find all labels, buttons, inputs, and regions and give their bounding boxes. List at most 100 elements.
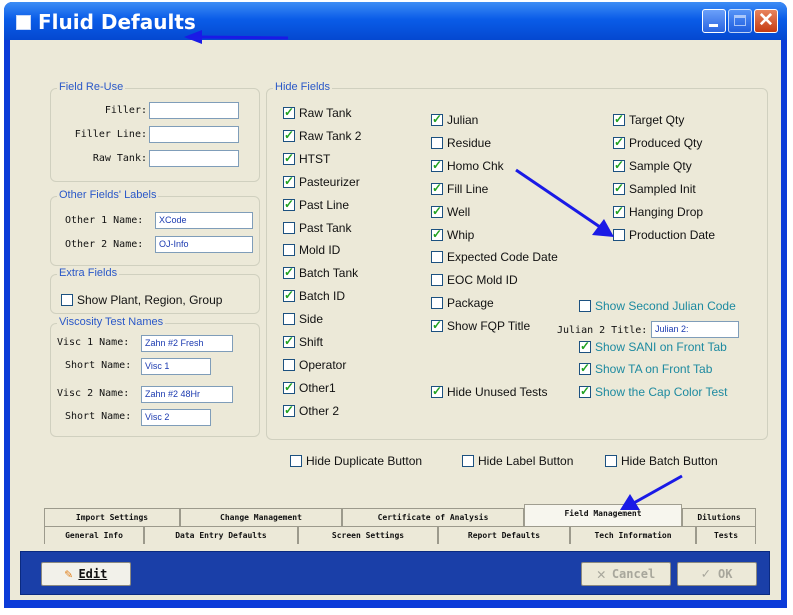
tab-tech-information[interactable]: Tech Information: [570, 526, 696, 544]
title-bar[interactable]: Fluid Defaults ✕: [4, 2, 787, 40]
hide-batch-id-box[interactable]: [283, 288, 295, 303]
hide-past-tank-box[interactable]: [283, 221, 295, 234]
hide-raw-tank-box[interactable]: [283, 105, 295, 119]
edit-button[interactable]: ✎ Edit: [41, 562, 131, 586]
hide-duplicate-box[interactable]: [290, 455, 302, 467]
julian2-title-input[interactable]: Julian 2:: [651, 321, 739, 338]
short1-input[interactable]: Visc 1: [141, 358, 211, 375]
hide-homo-chk-checkbox[interactable]: Homo Chk: [431, 158, 504, 173]
hide-batch-tank-checkbox[interactable]: Batch Tank: [283, 265, 358, 280]
tab-general-info[interactable]: General Info: [44, 526, 144, 544]
hide-other1-checkbox[interactable]: Other1: [283, 380, 336, 395]
other1-input[interactable]: XCode: [155, 212, 253, 229]
show-plant-checkbox[interactable]: Show Plant, Region, Group: [61, 293, 222, 307]
hide-label-button-checkbox[interactable]: Hide Label Button: [462, 454, 573, 468]
hide-batch-tank-box[interactable]: [283, 265, 295, 280]
tab-change-management[interactable]: Change Management: [180, 508, 342, 526]
hide-mold-id-box[interactable]: [283, 244, 295, 257]
hide-past-line-checkbox[interactable]: Past Line: [283, 197, 349, 212]
hide-shift-box[interactable]: [283, 334, 295, 348]
tab-report-defaults[interactable]: Report Defaults: [438, 526, 570, 544]
filler-input[interactable]: [149, 102, 239, 119]
tab-dilutions[interactable]: Dilutions: [682, 508, 756, 526]
tab-data-entry-defaults[interactable]: Data Entry Defaults: [144, 526, 298, 544]
hide-side-checkbox[interactable]: Side: [283, 312, 323, 326]
hide-hanging-drop-checkbox[interactable]: Hanging Drop: [613, 204, 703, 219]
hide-batch-button-checkbox[interactable]: Hide Batch Button: [605, 454, 718, 468]
hide-target-qty-box[interactable]: [613, 112, 625, 126]
hide-unused-tests-box[interactable]: [431, 384, 443, 398]
hide-batch-box[interactable]: [605, 455, 617, 467]
show-cap-color-checkbox[interactable]: Show the Cap Color Test: [579, 384, 728, 399]
short2-input[interactable]: Visc 2: [141, 409, 211, 426]
hide-show-fqp-title-box[interactable]: [431, 318, 443, 333]
hide-raw-tank-2-box[interactable]: [283, 128, 295, 142]
hide-homo-chk-box[interactable]: [431, 158, 443, 172]
ok-button[interactable]: ✓ OK: [677, 562, 757, 586]
close-button[interactable]: ✕: [754, 9, 778, 33]
hide-well-box[interactable]: [431, 204, 443, 218]
cancel-button[interactable]: ✕ Cancel: [581, 562, 671, 586]
hide-julian-checkbox[interactable]: Julian: [431, 112, 478, 127]
hide-package-box[interactable]: [431, 297, 443, 310]
hide-mold-id-checkbox[interactable]: Mold ID: [283, 243, 340, 257]
hide-fill-line-checkbox[interactable]: Fill Line: [431, 181, 488, 196]
tab-screen-settings[interactable]: Screen Settings: [298, 526, 438, 544]
hide-eoc-mold-id-box[interactable]: [431, 274, 443, 287]
other2-input[interactable]: OJ-Info: [155, 236, 253, 253]
hide-whip-checkbox[interactable]: Whip: [431, 227, 474, 242]
hide-whip-box[interactable]: [431, 227, 443, 241]
hide-raw-tank-2-checkbox[interactable]: Raw Tank 2: [283, 128, 361, 143]
maximize-button[interactable]: [728, 9, 752, 33]
show-ta-box[interactable]: [579, 361, 591, 375]
hide-operator-checkbox[interactable]: Operator: [283, 358, 346, 372]
hide-pasteurizer-box[interactable]: [283, 174, 295, 188]
hide-residue-checkbox[interactable]: Residue: [431, 136, 491, 150]
hide-target-qty-checkbox[interactable]: Target Qty: [613, 112, 684, 127]
hide-htst-box[interactable]: [283, 151, 295, 165]
visc2-input[interactable]: Zahn #2 48Hr: [141, 386, 233, 403]
hide-past-tank-checkbox[interactable]: Past Tank: [283, 221, 351, 235]
show-plant-box[interactable]: [61, 294, 73, 306]
hide-julian-box[interactable]: [431, 112, 443, 126]
hide-show-fqp-title-checkbox[interactable]: Show FQP Title: [431, 318, 530, 333]
tab-tests[interactable]: Tests: [696, 526, 756, 544]
show-sani-checkbox[interactable]: Show SANI on Front Tab: [579, 339, 727, 354]
tab-certificate-of-analysis[interactable]: Certificate of Analysis: [342, 508, 524, 526]
hide-operator-box[interactable]: [283, 358, 295, 371]
hide-other1-box[interactable]: [283, 380, 295, 394]
hide-other-2-box[interactable]: [283, 403, 295, 417]
hide-unused-tests-checkbox[interactable]: Hide Unused Tests: [431, 384, 548, 399]
hide-produced-qty-checkbox[interactable]: Produced Qty: [613, 135, 702, 150]
hide-htst-checkbox[interactable]: HTST: [283, 151, 330, 166]
show-second-julian-checkbox[interactable]: Show Second Julian Code: [579, 299, 736, 313]
filler-line-input[interactable]: [149, 126, 239, 143]
hide-eoc-mold-id-checkbox[interactable]: EOC Mold ID: [431, 273, 518, 287]
hide-package-checkbox[interactable]: Package: [431, 296, 494, 310]
hide-duplicate-button-checkbox[interactable]: Hide Duplicate Button: [290, 454, 422, 468]
hide-raw-tank-checkbox[interactable]: Raw Tank: [283, 105, 351, 120]
hide-shift-checkbox[interactable]: Shift: [283, 334, 323, 349]
hide-batch-id-checkbox[interactable]: Batch ID: [283, 288, 345, 303]
show-sani-box[interactable]: [579, 339, 591, 353]
hide-sample-qty-checkbox[interactable]: Sample Qty: [613, 158, 692, 173]
hide-residue-box[interactable]: [431, 136, 443, 149]
show-second-julian-box[interactable]: [579, 300, 591, 312]
hide-sampled-init-checkbox[interactable]: Sampled Init: [613, 181, 696, 196]
minimize-button[interactable]: [702, 9, 726, 33]
hide-well-checkbox[interactable]: Well: [431, 204, 470, 219]
hide-label-box[interactable]: [462, 455, 474, 467]
hide-pasteurizer-checkbox[interactable]: Pasteurizer: [283, 174, 360, 189]
show-ta-checkbox[interactable]: Show TA on Front Tab: [579, 361, 712, 376]
raw-tank-input[interactable]: [149, 150, 239, 167]
hide-other-2-checkbox[interactable]: Other 2: [283, 403, 339, 418]
hide-fill-line-box[interactable]: [431, 181, 443, 195]
hide-expected-code-date-box[interactable]: [431, 251, 443, 264]
tab-import-settings[interactable]: Import Settings: [44, 508, 180, 526]
hide-expected-code-date-checkbox[interactable]: Expected Code Date: [431, 250, 558, 264]
hide-side-box[interactable]: [283, 313, 295, 326]
hide-past-line-box[interactable]: [283, 197, 295, 211]
hide-produced-qty-box[interactable]: [613, 135, 625, 149]
visc1-input[interactable]: Zahn #2 Fresh: [141, 335, 233, 352]
hide-production-date-checkbox[interactable]: Production Date: [613, 228, 715, 242]
